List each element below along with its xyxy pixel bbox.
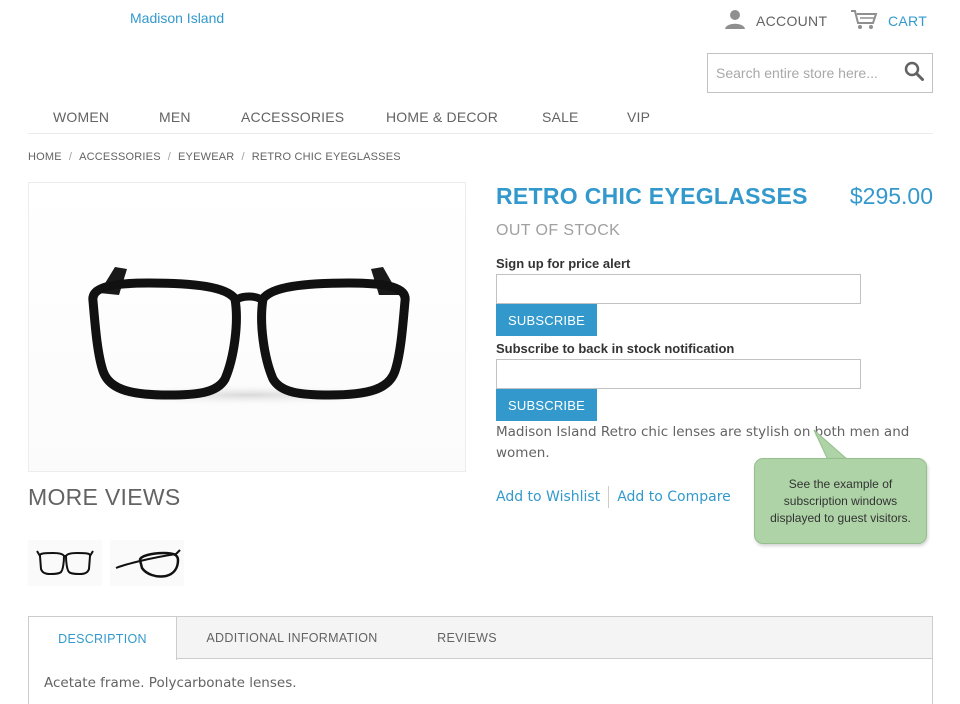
more-views-title: MORE VIEWS: [28, 484, 181, 510]
annotation-callout: See the example of subscription windows …: [754, 458, 927, 544]
callout-tail: [813, 429, 850, 461]
tab-content-description: Acetate frame. Polycarbonate lenses.: [44, 675, 297, 691]
stock-alert-subscribe-button[interactable]: SUBSCRIBE: [496, 389, 597, 421]
brand-logo-link[interactable]: Madison Island: [130, 10, 224, 26]
product-price: $295.00: [849, 183, 933, 209]
eyeglasses-side-thumb: [115, 549, 181, 578]
cart-label: CART: [888, 12, 928, 29]
product-actions: Add to Wishlist Add to Compare: [496, 486, 731, 508]
breadcrumb-separator: /: [241, 151, 245, 163]
eyeglasses-image: [79, 267, 419, 407]
price-alert-label: Sign up for price alert: [496, 256, 631, 271]
availability-status: OUT OF STOCK: [496, 222, 621, 239]
account-label: ACCOUNT: [756, 12, 828, 29]
stock-alert-email-input[interactable]: [496, 359, 861, 389]
eyeglasses-front-thumb: [36, 550, 94, 576]
breadcrumb-accessories[interactable]: ACCESSORIES: [79, 151, 161, 163]
thumbnail-front-view[interactable]: [28, 540, 102, 586]
product-tabs: DESCRIPTION ADDITIONAL INFORMATION REVIE…: [28, 616, 933, 704]
price-alert-email-input[interactable]: [496, 274, 861, 304]
breadcrumb: HOME / ACCESSORIES / EYEWEAR / RETRO CHIC EYEG…: [28, 151, 401, 163]
add-to-compare-link[interactable]: Add to Compare: [617, 489, 731, 505]
search-button[interactable]: [896, 54, 932, 92]
price-alert-subscribe-button[interactable]: SUBSCRIBE: [496, 304, 597, 336]
search-input[interactable]: [708, 54, 896, 92]
account-link[interactable]: ACCOUNT: [724, 8, 827, 33]
main-product-image[interactable]: [28, 182, 466, 472]
add-to-wishlist-link[interactable]: Add to Wishlist: [496, 489, 600, 505]
stock-alert-label: Subscribe to back in stock notification: [496, 341, 735, 356]
actions-divider: [608, 486, 610, 508]
cart-link[interactable]: CART: [850, 8, 927, 33]
nav-item-accessories[interactable]: ACCESSORIES: [241, 109, 344, 125]
callout-text: See the example of subscription windows …: [770, 476, 911, 525]
tab-reviews[interactable]: REVIEWS: [407, 617, 527, 659]
nav-item-vip[interactable]: VIP: [627, 109, 650, 125]
main-nav: WOMEN MEN ACCESSORIES HOME & DECOR SALE …: [28, 106, 933, 134]
product-name: RETRO CHIC EYEGLASSES: [496, 183, 808, 209]
search-box: [707, 53, 933, 93]
nav-item-women[interactable]: WOMEN: [53, 109, 109, 125]
thumbnail-side-view[interactable]: [110, 540, 184, 586]
breadcrumb-separator: /: [68, 151, 73, 163]
cart-icon: [850, 8, 878, 33]
nav-item-home-decor[interactable]: HOME & DECOR: [386, 109, 498, 125]
tab-additional-information[interactable]: ADDITIONAL INFORMATION: [177, 617, 407, 659]
breadcrumb-home[interactable]: HOME: [28, 151, 62, 163]
nav-item-sale[interactable]: SALE: [542, 109, 579, 125]
breadcrumb-separator: /: [167, 151, 172, 163]
tab-description[interactable]: DESCRIPTION: [29, 617, 177, 660]
search-icon: [904, 61, 924, 86]
nav-item-men[interactable]: MEN: [159, 109, 191, 125]
breadcrumb-current: RETRO CHIC EYEGLASSES: [251, 151, 401, 163]
breadcrumb-eyewear[interactable]: EYEWEAR: [178, 151, 234, 163]
person-icon: [724, 8, 746, 33]
tab-bar: DESCRIPTION ADDITIONAL INFORMATION REVIE…: [29, 617, 932, 660]
